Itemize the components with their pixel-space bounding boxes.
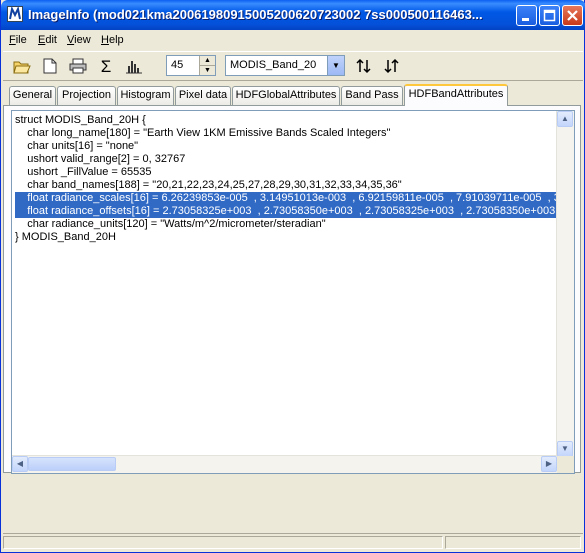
chevron-down-icon[interactable]: ▼ <box>327 56 344 75</box>
open-folder-icon <box>13 58 31 77</box>
tab-projection[interactable]: Projection <box>57 86 116 105</box>
menu-bar: File Edit View Help <box>3 31 583 49</box>
toolbar: Σ 45 ▲ ▼ MODIS_Band_20 ▼ <box>3 51 583 81</box>
tab-hdf-global-attributes[interactable]: HDFGlobalAttributes <box>232 86 340 105</box>
horizontal-scrollbar[interactable]: ◀ ▶ <box>12 455 557 473</box>
menu-file[interactable]: File <box>9 33 27 47</box>
text-line[interactable]: ushort _FillValue = 65535 <box>15 166 557 179</box>
histogram-button[interactable] <box>123 56 145 78</box>
scroll-right-icon[interactable]: ▶ <box>541 456 557 472</box>
minimize-button[interactable] <box>516 5 537 26</box>
sort-descending-icon <box>383 58 401 77</box>
sort-descending-button[interactable] <box>381 56 403 78</box>
scroll-up-icon[interactable]: ▲ <box>557 111 573 127</box>
close-button[interactable] <box>562 5 583 26</box>
text-line[interactable]: char radiance_units[120] = "Watts/m^2/mi… <box>15 218 557 231</box>
selected-text-line[interactable]: float radiance_scales[16] = 6.26239853e-… <box>15 192 557 205</box>
menu-edit[interactable]: Edit <box>38 33 57 47</box>
text-line[interactable]: char band_names[188] = "20,21,22,23,24,2… <box>15 179 557 192</box>
band-select[interactable]: MODIS_Band_20 ▼ <box>225 55 345 76</box>
maximize-icon <box>540 9 559 28</box>
horizontal-scroll-thumb[interactable] <box>28 457 116 471</box>
tab-hdf-band-attributes[interactable]: HDFBandAttributes <box>404 84 508 106</box>
band-number-stepper[interactable]: 45 ▲ ▼ <box>166 55 216 76</box>
minimize-icon <box>517 16 536 28</box>
window-title: ImageInfo (mod021kma20061980915005200620… <box>28 7 483 22</box>
selected-text-line[interactable]: float radiance_offsets[16] = 2.73058325e… <box>15 205 557 218</box>
band-number-value[interactable]: 45 <box>171 59 183 71</box>
open-button[interactable] <box>11 56 33 78</box>
sigma-icon: Σ <box>100 57 112 76</box>
maximize-button[interactable] <box>539 5 560 26</box>
band-select-value: MODIS_Band_20 <box>230 59 317 71</box>
text-lines[interactable]: struct MODIS_Band_20H { char long_name[1… <box>15 114 557 454</box>
scroll-down-icon[interactable]: ▼ <box>557 441 573 457</box>
title-bar[interactable]: ImageInfo (mod021kma20061980915005200620… <box>1 0 585 30</box>
text-line[interactable]: char units[16] = "none" <box>15 140 557 153</box>
menu-view[interactable]: View <box>67 33 91 47</box>
text-line[interactable]: ushort valid_range[2] = 0, 32767 <box>15 153 557 166</box>
tab-strip: General Projection Histogram Pixel data … <box>3 84 583 106</box>
status-pane-main <box>3 536 443 549</box>
text-line[interactable]: } MODIS_Band_20H <box>15 231 557 244</box>
tab-panel: struct MODIS_Band_20H { char long_name[1… <box>3 105 581 474</box>
sort-ascending-icon <box>355 58 373 77</box>
imageinfo-window: ImageInfo (mod021kma20061980915005200620… <box>0 0 585 553</box>
statistics-button[interactable]: Σ <box>95 56 117 78</box>
spin-down-icon[interactable]: ▼ <box>200 66 215 75</box>
spin-up-icon[interactable]: ▲ <box>200 56 215 66</box>
print-button[interactable] <box>67 56 89 78</box>
bottom-panel <box>3 476 583 516</box>
tab-histogram[interactable]: Histogram <box>117 86 174 105</box>
status-bar <box>3 533 583 550</box>
text-line[interactable]: char long_name[180] = "Earth View 1KM Em… <box>15 127 557 140</box>
vertical-scrollbar[interactable]: ▲ ▼ <box>556 111 574 457</box>
new-button[interactable] <box>39 56 61 78</box>
imageinfo-app-icon[interactable] <box>7 6 23 22</box>
status-pane-secondary <box>445 536 581 549</box>
print-icon <box>69 58 87 77</box>
new-document-icon <box>43 58 57 77</box>
scroll-corner <box>557 456 574 473</box>
scroll-left-icon[interactable]: ◀ <box>12 456 28 472</box>
tab-band-pass[interactable]: Band Pass <box>341 86 403 105</box>
tab-general[interactable]: General <box>9 86 56 105</box>
sort-ascending-button[interactable] <box>353 56 375 78</box>
histogram-icon <box>125 58 143 77</box>
band-attributes-text[interactable]: struct MODIS_Band_20H { char long_name[1… <box>11 110 575 474</box>
close-icon <box>563 10 582 28</box>
menu-help[interactable]: Help <box>101 33 124 47</box>
text-line[interactable]: struct MODIS_Band_20H { <box>15 114 557 127</box>
tab-pixel-data[interactable]: Pixel data <box>175 86 231 105</box>
